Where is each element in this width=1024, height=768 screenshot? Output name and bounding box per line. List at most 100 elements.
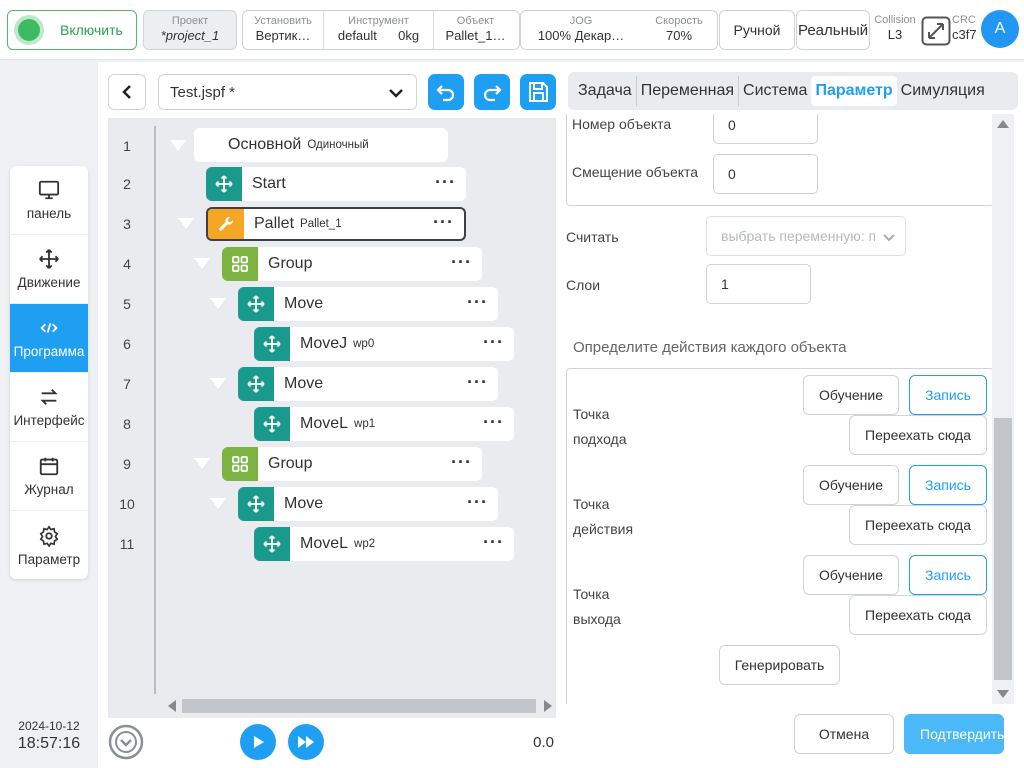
speed-selector[interactable]: Скорость 70% (641, 11, 717, 49)
nav-item-program[interactable]: Программа (10, 304, 88, 373)
action-move-here-button[interactable]: Переехать сюда (849, 505, 987, 545)
exit-move-here-button[interactable]: Переехать сюда (849, 595, 987, 635)
step-forward-button[interactable] (288, 724, 324, 760)
object-number-input[interactable]: 0 (713, 114, 818, 144)
fullscreen-icon[interactable] (921, 16, 951, 46)
action-record-button[interactable]: Запись (909, 465, 987, 505)
tree-node-move[interactable]: Move ··· (238, 367, 498, 401)
collapse-triangle-icon[interactable] (194, 458, 210, 469)
collapse-triangle-icon[interactable] (210, 378, 226, 389)
tab-variable[interactable]: Переменная (635, 76, 738, 106)
tab-system[interactable]: Система (738, 76, 811, 106)
scroll-down-arrow-icon[interactable] (997, 690, 1009, 698)
tree-node-movej[interactable]: MoveJ wp0 ··· (254, 327, 514, 361)
manual-mode-button[interactable]: Ручной (719, 10, 795, 50)
collapse-triangle-icon[interactable] (210, 298, 226, 309)
tab-simulation[interactable]: Симуляция (897, 76, 989, 106)
tree-node-move[interactable]: Move ··· (238, 287, 498, 321)
system-date: 2024-10-12 (18, 719, 80, 733)
back-button[interactable] (108, 74, 146, 110)
collapse-triangle-icon[interactable] (194, 258, 210, 269)
collapse-all-button[interactable] (108, 724, 144, 760)
form-vertical-scrollbar[interactable] (992, 114, 1014, 704)
program-file-select[interactable]: Test.jspf * (158, 74, 417, 110)
more-options-icon[interactable]: ··· (435, 173, 456, 191)
confirm-button[interactable]: Подтвердить (904, 714, 1004, 754)
collision-level: Collision L3 (872, 14, 918, 43)
tab-parameter[interactable]: Параметр (811, 76, 897, 106)
play-button[interactable] (240, 724, 276, 760)
cancel-button[interactable]: Отмена (794, 714, 894, 754)
install-selector[interactable]: Установить Вертик… (243, 11, 323, 49)
object-value: Pallet_1… (445, 28, 506, 43)
move-node-icon (238, 487, 274, 521)
scroll-up-arrow-icon[interactable] (997, 120, 1009, 128)
run-speed-value: 0.0 (533, 734, 554, 751)
tree-node-group[interactable]: Group ··· (222, 447, 482, 481)
collapse-triangle-icon[interactable] (170, 140, 186, 151)
project-selector[interactable]: Проект *project_1 (143, 10, 237, 50)
scrollbar-thumb[interactable] (182, 699, 536, 713)
scroll-left-arrow-icon[interactable] (168, 700, 176, 712)
monitor-icon (38, 180, 60, 200)
exit-record-button[interactable]: Запись (909, 555, 987, 595)
node-sublabel: wp2 (354, 538, 376, 550)
user-avatar[interactable]: A (981, 10, 1019, 48)
nav-item-motion[interactable]: Движение (10, 235, 88, 304)
tree-node-group[interactable]: Group ··· (222, 247, 482, 281)
more-options-icon[interactable]: ··· (467, 373, 488, 391)
read-variable-select[interactable]: выбрать переменную: п (706, 216, 906, 256)
object-offset-input[interactable]: 0 (713, 154, 818, 194)
save-button[interactable] (520, 74, 556, 110)
tree-node-movel[interactable]: MoveL wp2 ··· (254, 527, 514, 561)
scroll-right-arrow-icon[interactable] (544, 700, 552, 712)
node-sublabel: Pallet_1 (300, 218, 342, 230)
tool-caption: Инструмент (348, 15, 409, 27)
node-label: Group (268, 255, 313, 272)
approach-point-label-line1: Точка (573, 406, 610, 422)
nav-item-journal[interactable]: Журнал (10, 442, 88, 511)
approach-record-button[interactable]: Запись (909, 375, 987, 415)
layers-input[interactable]: 1 (706, 264, 811, 304)
node-label: Move (284, 375, 324, 392)
tree-node-pallet[interactable]: Pallet Pallet_1 ··· (206, 207, 466, 241)
more-options-icon[interactable]: ··· (451, 453, 472, 471)
redo-button[interactable] (474, 74, 510, 110)
jog-selector[interactable]: JOG 100% Декар… (521, 11, 641, 49)
more-options-icon[interactable]: ··· (467, 493, 488, 511)
real-mode-button[interactable]: Реальный (796, 10, 870, 50)
speed-value: 70% (665, 28, 693, 43)
undo-button[interactable] (428, 74, 464, 110)
collapse-triangle-icon[interactable] (178, 218, 194, 229)
approach-move-here-button[interactable]: Переехать сюда (849, 415, 987, 455)
tool-selector[interactable]: Инструмент default 0kg (323, 11, 433, 49)
power-on-button[interactable]: Включить (7, 10, 137, 50)
scrollbar-thumb[interactable] (994, 418, 1012, 680)
action-teach-button[interactable]: Обучение (803, 465, 899, 505)
exit-teach-button[interactable]: Обучение (803, 555, 899, 595)
more-options-icon[interactable]: ··· (483, 333, 504, 351)
tree-node-move[interactable]: Move ··· (238, 487, 498, 521)
more-options-icon[interactable]: ··· (483, 413, 504, 431)
tree-node-main[interactable]: Основной Одиночный (194, 128, 448, 162)
more-options-icon[interactable]: ··· (467, 293, 488, 311)
tree-node-start[interactable]: Start ··· (206, 167, 466, 201)
collapse-triangle-icon[interactable] (210, 498, 226, 509)
nav-item-dashboard[interactable]: панель (10, 166, 88, 235)
approach-teach-button[interactable]: Обучение (803, 375, 899, 415)
nav-label-dashboard: панель (26, 206, 72, 221)
nav-item-settings[interactable]: Параметр (10, 511, 88, 579)
nav-label-interface: Интерфейс (13, 413, 85, 428)
more-options-icon[interactable]: ··· (433, 213, 454, 231)
undo-icon (436, 85, 455, 102)
more-options-icon[interactable]: ··· (483, 533, 504, 551)
tree-horizontal-scrollbar[interactable] (166, 696, 556, 716)
more-options-icon[interactable]: ··· (451, 253, 472, 271)
nav-item-interface[interactable]: Интерфейс (10, 373, 88, 442)
tree-node-movel[interactable]: MoveL wp1 ··· (254, 407, 514, 441)
node-label: MoveL (300, 535, 349, 552)
object-selector[interactable]: Объект Pallet_1… (433, 11, 517, 49)
pallet-parameter-form: Номер объекта 0 Смещение объекта 0 Счита… (560, 114, 1024, 704)
tab-task[interactable]: Задача (574, 76, 636, 106)
generate-button[interactable]: Генерировать (719, 645, 840, 685)
